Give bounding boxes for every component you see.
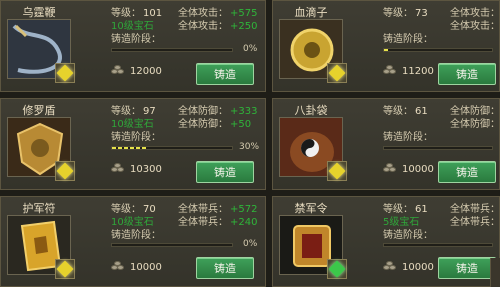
gem-level-text: 10级宝石: [111, 217, 154, 228]
forge-button[interactable]: 铸造: [438, 257, 496, 279]
silver-coin-icon: [383, 65, 397, 75]
stat2-label: 全体带兵：: [178, 217, 228, 228]
gem-slot-icon[interactable]: [327, 259, 347, 279]
forge-cost: 10300: [130, 164, 162, 175]
equipment-card-4: 八卦袋 等级： 61 全体防御： 全体防御： 铸造阶段： 10000 铸造: [272, 98, 500, 190]
stat-value: +333: [230, 106, 258, 117]
silver-coin-icon: [111, 65, 125, 75]
forge-button[interactable]: 铸造: [438, 161, 496, 183]
level-label: 等级：: [111, 204, 141, 215]
equipment-card-1: 乌霆鞭 等级： 101 全体攻击： +575 10级宝石 全体攻击： +250 …: [0, 0, 266, 92]
stat-label: 全体带兵：: [178, 204, 228, 215]
progress-percent: 0%: [243, 239, 258, 249]
equipment-card-6: 禁军令 等级： 61 全体带兵： 5级宝石 全体带兵： 铸造阶段： 10000 …: [272, 196, 500, 287]
stage-label: 铸造阶段：: [383, 230, 433, 241]
forge-cost: 10000: [402, 164, 434, 175]
silver-coin-icon: [383, 261, 397, 271]
stat-label: 全体防御：: [178, 106, 228, 117]
stat2-label: 全体攻击：: [178, 21, 228, 32]
stat-value: +575: [230, 8, 258, 19]
forge-cost: 12000: [130, 66, 162, 77]
stage-label: 铸造阶段：: [383, 132, 433, 143]
stat-label: 全体攻击：: [450, 8, 500, 19]
level-value: 61: [415, 106, 428, 117]
forge-cost: 10000: [130, 262, 162, 273]
forge-progress-bar: [383, 48, 493, 52]
gem-slot-icon[interactable]: [55, 259, 75, 279]
scrollbar[interactable]: [490, 258, 500, 287]
stage-label: 铸造阶段：: [383, 34, 433, 45]
progress-percent: 30%: [239, 142, 260, 152]
forge-progress-bar: [383, 243, 493, 247]
gem-slot-icon[interactable]: [55, 63, 75, 83]
gem-level-text: 5级宝石: [383, 217, 420, 228]
stat-label: 全体带兵：: [450, 204, 500, 215]
forge-cost: 10000: [402, 262, 434, 273]
item-name: 禁军令: [294, 202, 328, 215]
stage-label: 铸造阶段：: [111, 230, 161, 241]
level-value: 97: [143, 106, 156, 117]
equipment-card-3: 修罗盾 等级： 97 全体防御： +333 10级宝石 全体防御： +50 铸造…: [0, 98, 266, 190]
equipment-card-5: 护军符 等级： 70 全体带兵： +572 10级宝石 全体带兵： +240 铸…: [0, 196, 266, 287]
stat-label: 全体防御：: [450, 106, 500, 117]
item-name: 血滴子: [294, 6, 328, 19]
stat2-label: 全体攻击：: [450, 21, 500, 32]
stage-label: 铸造阶段：: [111, 132, 161, 143]
gem-slot-icon[interactable]: [327, 161, 347, 181]
item-name: 乌霆鞭: [22, 6, 56, 19]
forge-button[interactable]: 铸造: [196, 257, 254, 279]
equipment-grid: 乌霆鞭 等级： 101 全体攻击： +575 10级宝石 全体攻击： +250 …: [0, 0, 500, 287]
forge-progress-bar: [111, 48, 233, 52]
item-name: 护军符: [22, 202, 56, 215]
stat2-value: +240: [230, 217, 258, 228]
equipment-card-2: 血滴子 等级： 73 全体攻击： 全体攻击： 铸造阶段： 11200 铸造: [272, 0, 500, 92]
gem-slot-icon[interactable]: [327, 63, 347, 83]
item-name: 修罗盾: [22, 104, 56, 117]
gem-level-text: 10级宝石: [111, 21, 154, 32]
silver-coin-icon: [111, 163, 125, 173]
stage-label: 铸造阶段：: [111, 34, 161, 45]
forge-button[interactable]: 铸造: [196, 63, 254, 85]
forge-button[interactable]: 铸造: [196, 161, 254, 183]
forge-button[interactable]: 铸造: [438, 63, 496, 85]
forge-progress-bar: [383, 146, 493, 150]
level-label: 等级：: [383, 8, 413, 19]
stat-label: 全体攻击：: [178, 8, 228, 19]
level-label: 等级：: [383, 106, 413, 117]
gem-slot-icon[interactable]: [55, 161, 75, 181]
level-value: 101: [143, 8, 163, 19]
item-name: 八卦袋: [294, 104, 328, 117]
silver-coin-icon: [383, 163, 397, 173]
level-label: 等级：: [111, 8, 141, 19]
stat2-value: +250: [230, 21, 258, 32]
level-value: 61: [415, 204, 428, 215]
stat-value: +572: [230, 204, 258, 215]
level-value: 70: [143, 204, 156, 215]
level-label: 等级：: [383, 204, 413, 215]
gem-level-text: 10级宝石: [111, 119, 154, 130]
progress-percent: 0%: [243, 44, 258, 54]
forge-progress-bar: [111, 146, 233, 150]
stat2-label: 全体防御：: [178, 119, 228, 130]
silver-coin-icon: [111, 261, 125, 271]
stat2-label: 全体防御：: [450, 119, 500, 130]
stat2-value: +50: [230, 119, 252, 130]
forge-cost: 11200: [402, 66, 434, 77]
level-label: 等级：: [111, 106, 141, 117]
stat2-label: 全体带兵：: [450, 217, 500, 228]
forge-progress-bar: [111, 243, 233, 247]
level-value: 73: [415, 8, 428, 19]
